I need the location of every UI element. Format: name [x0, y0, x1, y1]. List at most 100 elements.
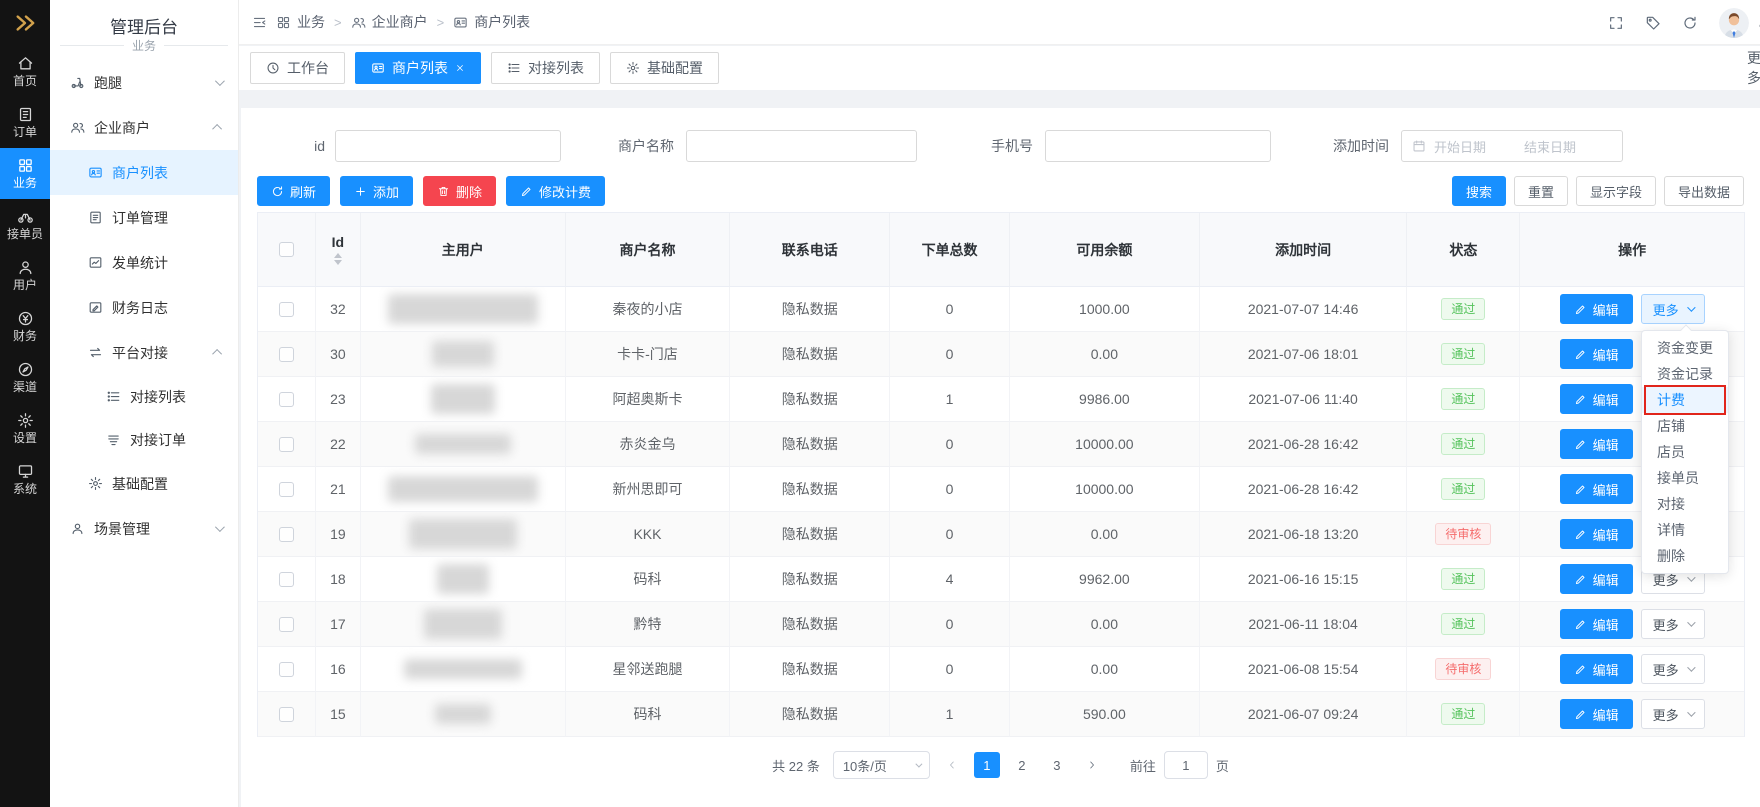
- edit-button[interactable]: 编辑: [1560, 339, 1633, 369]
- dropdown-item-资金记录[interactable]: 资金记录: [1642, 361, 1728, 387]
- more-button[interactable]: 更多: [1641, 654, 1705, 684]
- dropdown-item-对接[interactable]: 对接: [1642, 491, 1728, 517]
- settings-icon: [17, 412, 34, 429]
- merchant-name-filter-input[interactable]: [686, 130, 917, 162]
- row-checkbox[interactable]: [279, 707, 294, 722]
- prev-page-button[interactable]: [939, 752, 965, 778]
- 显示字段-button[interactable]: 显示字段: [1576, 176, 1656, 206]
- edit-button[interactable]: 编辑: [1560, 474, 1633, 504]
- app-logo-icon[interactable]: [0, 0, 50, 46]
- cell-id: 15: [316, 692, 361, 737]
- button-label: 导出数据: [1678, 182, 1730, 201]
- row-checkbox[interactable]: [279, 347, 294, 362]
- 添加-button[interactable]: 添加: [340, 176, 413, 206]
- rail-item-订单[interactable]: 订单: [0, 97, 50, 148]
- 导出数据-button[interactable]: 导出数据: [1664, 176, 1744, 206]
- sidebar-item-财务日志[interactable]: 财务日志: [50, 285, 238, 330]
- page-size-select[interactable]: 10条/页: [833, 751, 930, 779]
- id-filter-input[interactable]: [335, 130, 561, 162]
- edit-button[interactable]: 编辑: [1560, 384, 1633, 414]
- sidebar-item-发单统计[interactable]: 发单统计: [50, 240, 238, 285]
- table-row: 19KKK隐私数据00.002021-06-18 13:20待审核编辑更多: [258, 512, 1744, 557]
- edit-button[interactable]: 编辑: [1560, 294, 1633, 324]
- sidebar-item-跑腿[interactable]: 跑腿: [50, 60, 238, 105]
- dropdown-item-资金变更[interactable]: 资金变更: [1642, 335, 1728, 361]
- rail-item-用户[interactable]: 用户: [0, 250, 50, 301]
- row-checkbox[interactable]: [279, 572, 294, 587]
- page-number-3[interactable]: 3: [1044, 752, 1070, 778]
- rail-item-业务[interactable]: 业务: [0, 148, 50, 199]
- edit-icon: [520, 185, 533, 198]
- select-all-checkbox[interactable]: [279, 242, 294, 257]
- phone-filter-input[interactable]: [1045, 130, 1271, 162]
- row-checkbox[interactable]: [279, 482, 294, 497]
- sidebar-item-订单管理[interactable]: 订单管理: [50, 195, 238, 240]
- row-checkbox[interactable]: [279, 302, 294, 317]
- tabs-more-button[interactable]: 更多: [1747, 48, 1760, 88]
- rail-item-设置[interactable]: 设置: [0, 403, 50, 454]
- edit-button[interactable]: 编辑: [1560, 429, 1633, 459]
- sidebar-item-label: 企业商户: [94, 118, 150, 138]
- sidebar-item-对接订单[interactable]: 对接订单: [50, 418, 238, 461]
- page-number-2[interactable]: 2: [1009, 752, 1035, 778]
- avatar[interactable]: [1719, 8, 1749, 38]
- row-checkbox[interactable]: [279, 662, 294, 677]
- row-checkbox[interactable]: [279, 527, 294, 542]
- close-icon[interactable]: [455, 60, 465, 76]
- 刷新-button[interactable]: 刷新: [257, 176, 330, 206]
- breadcrumb-item-业务[interactable]: 业务: [276, 12, 325, 32]
- tab-基础配置[interactable]: 基础配置: [610, 52, 719, 84]
- tab-工作台[interactable]: 工作台: [250, 52, 345, 84]
- breadcrumb-item-企业商户[interactable]: 企业商户: [351, 12, 428, 32]
- 修改计费-button[interactable]: 修改计费: [506, 176, 605, 206]
- row-checkbox[interactable]: [279, 617, 294, 632]
- tab-对接列表[interactable]: 对接列表: [491, 52, 600, 84]
- 重置-button[interactable]: 重置: [1514, 176, 1568, 206]
- row-checkbox[interactable]: [279, 437, 294, 452]
- rail-item-接单员[interactable]: 接单员: [0, 199, 50, 250]
- more-button[interactable]: 更多: [1641, 699, 1705, 729]
- dropdown-item-接单员[interactable]: 接单员: [1642, 465, 1728, 491]
- more-button[interactable]: 更多: [1641, 294, 1705, 324]
- edit-button[interactable]: 编辑: [1560, 519, 1633, 549]
- dropdown-item-店员[interactable]: 店员: [1642, 439, 1728, 465]
- cell-add-time: 2021-07-07 14:46: [1200, 287, 1408, 332]
- sort-carets-icon[interactable]: [334, 253, 342, 265]
- cell-id: 16: [316, 647, 361, 692]
- refresh-icon[interactable]: [1682, 15, 1698, 31]
- rail-item-渠道[interactable]: 渠道: [0, 352, 50, 403]
- rail-item-财务[interactable]: 财务: [0, 301, 50, 352]
- edit-button[interactable]: 编辑: [1560, 564, 1633, 594]
- tab-商户列表[interactable]: 商户列表: [355, 52, 481, 84]
- breadcrumb-item-商户列表[interactable]: 商户列表: [453, 12, 530, 32]
- goto-page-input[interactable]: [1164, 751, 1208, 779]
- button-label: 更多: [1653, 615, 1679, 634]
- refresh-icon: [271, 185, 284, 198]
- dropdown-item-详情[interactable]: 详情: [1642, 517, 1728, 543]
- edit-button[interactable]: 编辑: [1560, 654, 1633, 684]
- menu-fold-icon[interactable]: [252, 15, 267, 30]
- dropdown-item-计费[interactable]: 计费: [1642, 387, 1728, 413]
- dropdown-item-删除[interactable]: 删除: [1642, 543, 1728, 569]
- fullscreen-icon[interactable]: [1608, 15, 1624, 31]
- edit-button[interactable]: 编辑: [1560, 699, 1633, 729]
- sidebar-item-对接列表[interactable]: 对接列表: [50, 375, 238, 418]
- edit-button[interactable]: 编辑: [1560, 609, 1633, 639]
- dropdown-item-店铺[interactable]: 店铺: [1642, 413, 1728, 439]
- sidebar-item-商户列表[interactable]: 商户列表: [50, 150, 238, 195]
- more-button[interactable]: 更多: [1641, 609, 1705, 639]
- cell-order-count: 0: [890, 287, 1010, 332]
- row-checkbox[interactable]: [279, 392, 294, 407]
- next-page-button[interactable]: [1079, 752, 1105, 778]
- sidebar-item-场景管理[interactable]: 场景管理: [50, 506, 238, 551]
- sidebar-item-企业商户[interactable]: 企业商户: [50, 105, 238, 150]
- page-number-1[interactable]: 1: [974, 752, 1000, 778]
- sidebar-item-平台对接[interactable]: 平台对接: [50, 330, 238, 375]
- rail-item-系统[interactable]: 系统: [0, 454, 50, 505]
- date-range-picker[interactable]: 开始日期 结束日期: [1401, 130, 1623, 162]
- rail-item-首页[interactable]: 首页: [0, 46, 50, 97]
- 删除-button[interactable]: 删除: [423, 176, 496, 206]
- 搜索-button[interactable]: 搜索: [1452, 176, 1506, 206]
- sidebar-item-基础配置[interactable]: 基础配置: [50, 461, 238, 506]
- theme-tag-icon[interactable]: [1645, 15, 1661, 31]
